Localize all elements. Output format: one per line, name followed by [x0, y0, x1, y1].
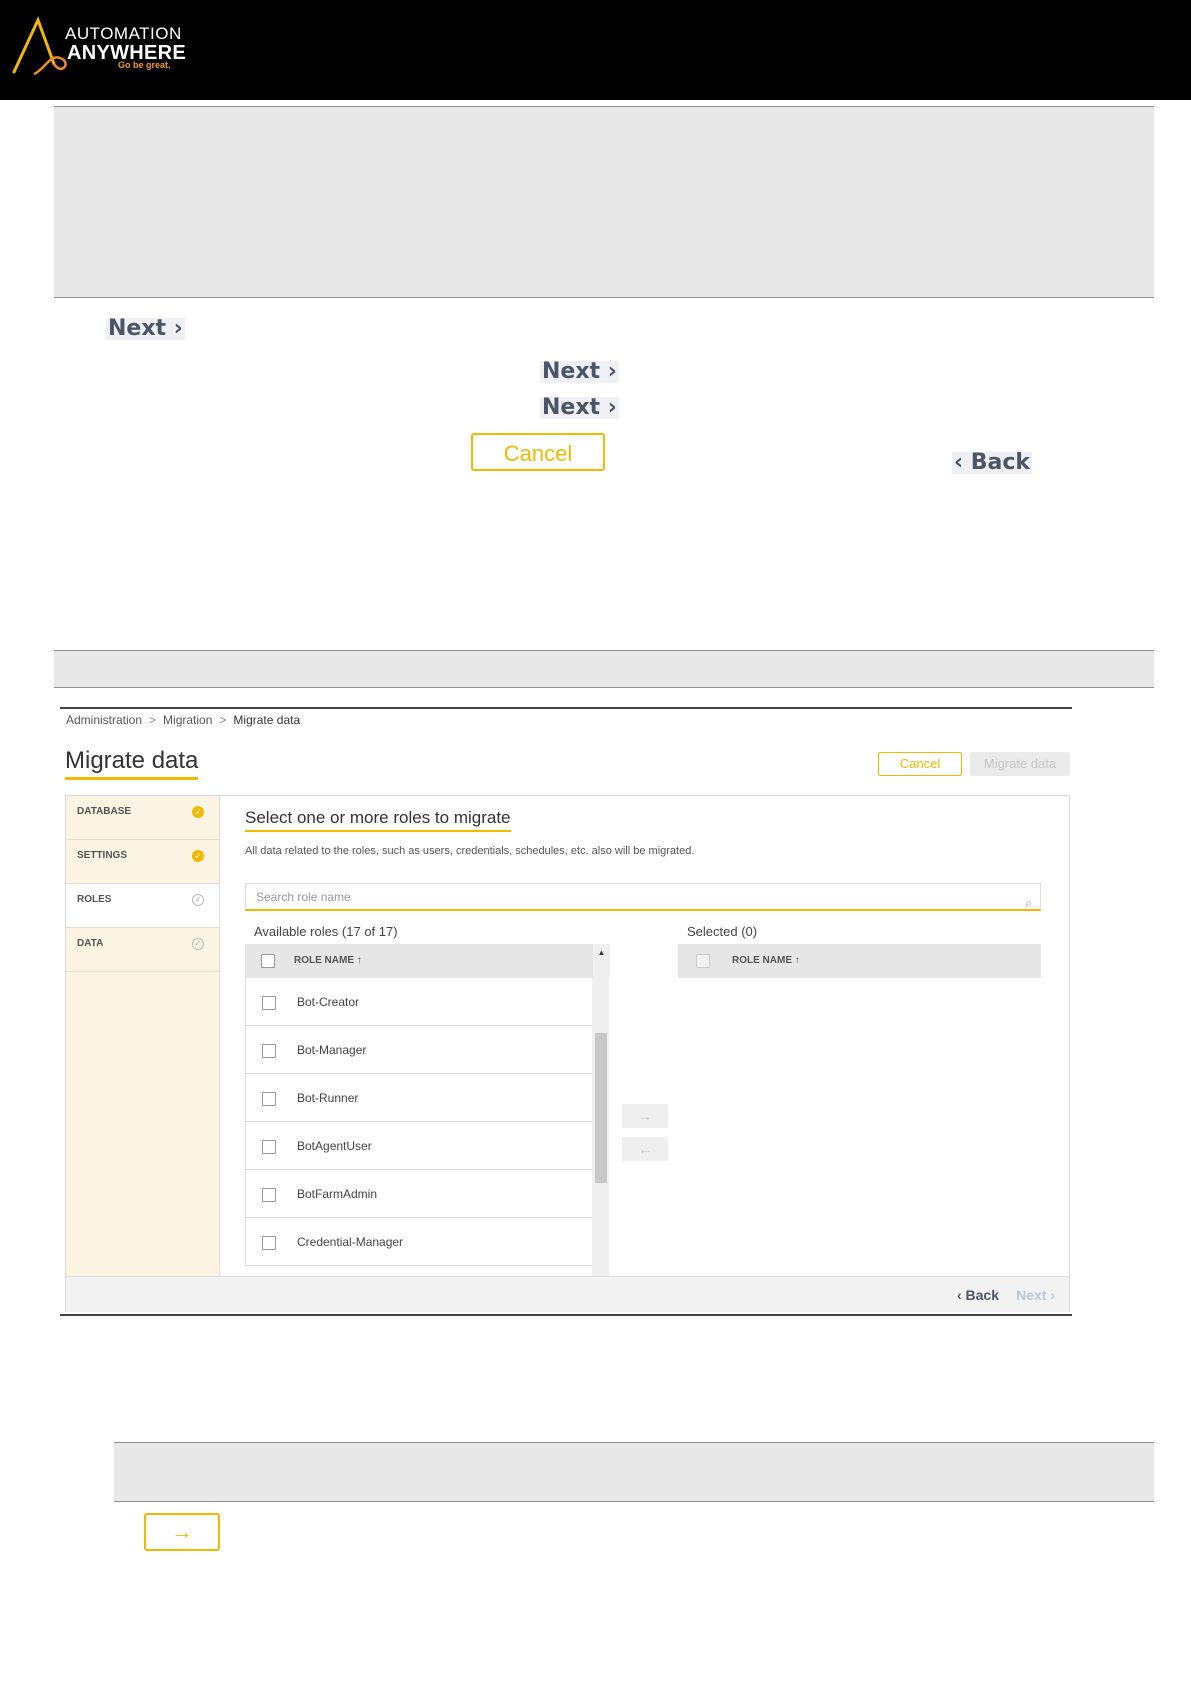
step-label: SETTINGS [77, 850, 128, 861]
available-table-header: ROLE NAME ↑ [245, 944, 593, 978]
back-button-label: Back [965, 1287, 999, 1303]
role-name: Bot-Runner [297, 1091, 359, 1105]
breadcrumb: Administration > Migration > Migrate data [66, 713, 300, 727]
next-callout-2-label: Next [542, 359, 601, 384]
arrow-right-icon: → [638, 1108, 652, 1124]
next-callout-1[interactable]: Next › [106, 318, 185, 340]
role-checkbox[interactable] [262, 1140, 276, 1154]
next-button-label: Next [1016, 1287, 1047, 1303]
arrow-right-icon: → [171, 1519, 193, 1544]
next-callout-2[interactable]: Next › [540, 361, 619, 383]
next-callout-3[interactable]: Next › [540, 397, 619, 419]
breadcrumb-migration[interactable]: Migration [163, 713, 212, 727]
move-right-button[interactable]: → [622, 1104, 668, 1128]
migrate-data-screenshot: Administration > Migration > Migrate data Mi… [60, 707, 1072, 1316]
selected-role-name-column-header[interactable]: ROLE NAME ↑ [732, 955, 800, 966]
role-name-column-header[interactable]: ROLE NAME ↑ [294, 955, 362, 966]
role-checkbox[interactable] [262, 1188, 276, 1202]
role-checkbox[interactable] [262, 1092, 276, 1106]
check-circle-outline-icon: ✓ [192, 938, 204, 950]
step-label: DATABASE [77, 806, 132, 817]
wizard-steps: DATABASE ✓ SETTINGS ✓ ROLES ✓ DATA ✓ [66, 796, 220, 1276]
selected-roles-label: Selected (0) [687, 924, 758, 939]
select-all-selected-checkbox[interactable] [696, 954, 710, 968]
breadcrumb-current: Migrate data [233, 713, 301, 727]
step-database[interactable]: DATABASE ✓ [66, 796, 219, 840]
chevron-right-icon: › [600, 359, 617, 384]
next-callout-3-label: Next [542, 395, 601, 420]
selected-table-header: ROLE NAME ↑ [678, 944, 1041, 978]
back-button[interactable]: ‹ Back [957, 1287, 999, 1303]
arrow-right-callout-button[interactable]: → [144, 1513, 220, 1551]
note-band-bottom [114, 1442, 1154, 1502]
role-name: Credential-Manager [297, 1235, 404, 1249]
search-input[interactable]: Search role name ⌕ [245, 883, 1041, 911]
note-band-mid [54, 650, 1154, 688]
move-left-button[interactable]: ← [622, 1137, 668, 1161]
back-callout[interactable]: ‹ Back [952, 450, 1033, 475]
list-item[interactable]: Bot-Runner [245, 1074, 593, 1122]
scrollbar-thumb[interactable] [595, 1033, 607, 1183]
next-callout-1-label: Next [108, 316, 167, 341]
list-item[interactable]: BotAgentUser [245, 1122, 593, 1170]
step-settings[interactable]: SETTINGS ✓ [66, 840, 219, 884]
chevron-right-icon: › [600, 395, 617, 420]
step-roles[interactable]: ROLES ✓ [66, 884, 219, 928]
brand-tagline: Go be great. [118, 60, 171, 70]
available-roles-list: Bot-Creator Bot-Manager Bot-Runner BotAg… [245, 978, 610, 1276]
brand-line1: AUTOMATION [65, 24, 182, 43]
cancel-button[interactable]: Cancel [878, 752, 962, 776]
role-checkbox[interactable] [262, 996, 276, 1010]
role-name: BotFarmAdmin [297, 1187, 378, 1201]
chevron-right-icon: › [166, 316, 183, 341]
next-button[interactable]: Next › [1016, 1287, 1055, 1303]
select-all-checkbox[interactable] [261, 954, 275, 968]
section-description: All data related to the roles, such as u… [245, 845, 695, 857]
search-placeholder: Search role name [256, 890, 351, 904]
breadcrumb-separator: > [219, 713, 227, 727]
wizard-footer: ‹ Back Next › [66, 1276, 1069, 1312]
role-checkbox[interactable] [262, 1236, 276, 1250]
check-circle-outline-icon: ✓ [192, 894, 204, 906]
list-item[interactable]: Bot-Manager [245, 1026, 593, 1074]
role-name: Bot-Manager [297, 1043, 367, 1057]
check-circle-icon: ✓ [192, 806, 204, 818]
list-item[interactable]: Credential-Manager [245, 1218, 593, 1266]
arrow-left-icon: ← [638, 1141, 652, 1157]
role-name: Bot-Creator [297, 995, 360, 1009]
automation-anywhere-logo-icon [12, 16, 67, 76]
scroll-up-icon[interactable]: ▲ [593, 944, 610, 978]
available-roles-label: Available roles (17 of 17) [254, 924, 398, 939]
wizard-panel: DATABASE ✓ SETTINGS ✓ ROLES ✓ DATA ✓ Sel… [65, 795, 1070, 1312]
step-data[interactable]: DATA ✓ [66, 928, 219, 972]
list-item[interactable]: Bot-Creator [245, 978, 593, 1026]
cancel-callout-button[interactable]: Cancel [471, 433, 605, 471]
step-label: ROLES [77, 894, 112, 905]
check-circle-icon: ✓ [192, 850, 204, 862]
section-title: Select one or more roles to migrate [245, 808, 511, 832]
role-name: BotAgentUser [297, 1139, 372, 1153]
chevron-left-icon: ‹ [954, 450, 971, 475]
breadcrumb-administration[interactable]: Administration [66, 713, 142, 727]
role-checkbox[interactable] [262, 1044, 276, 1058]
breadcrumb-separator: > [149, 713, 157, 727]
page-title: Migrate data [65, 747, 199, 780]
note-band-top [54, 106, 1154, 298]
search-icon: ⌕ [1025, 896, 1032, 910]
step-label: DATA [77, 938, 104, 949]
back-callout-label: Back [970, 450, 1031, 475]
header-bar: AUTOMATION ANYWHERE Go be great. [0, 0, 1191, 100]
migrate-data-button[interactable]: Migrate data [970, 752, 1070, 776]
list-item[interactable]: BotFarmAdmin [245, 1170, 593, 1218]
